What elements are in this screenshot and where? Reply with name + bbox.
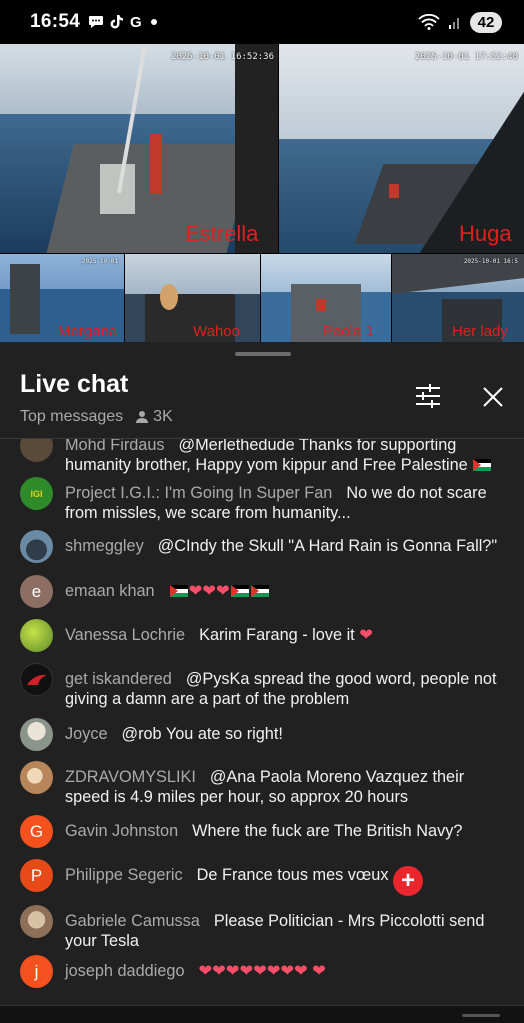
chat-bubble-icon bbox=[89, 16, 104, 28]
status-bar: 16:54 G 42 bbox=[0, 0, 524, 44]
message-author: ZDRAVOMYSLIKI bbox=[65, 768, 196, 786]
message-author: Vanessa Lochrie bbox=[65, 626, 186, 644]
avatar bbox=[20, 718, 53, 751]
message-text: De France tous mes vœux bbox=[196, 866, 389, 884]
heart-icon: ❤ bbox=[215, 582, 230, 600]
avatar: P bbox=[20, 859, 53, 892]
signal-icon bbox=[449, 18, 459, 29]
palestine-flag-icon bbox=[473, 459, 492, 471]
tiktok-icon bbox=[110, 15, 124, 29]
message-author: shmeggley bbox=[65, 537, 144, 555]
sliders-icon bbox=[416, 384, 440, 408]
drag-handle[interactable] bbox=[235, 352, 291, 356]
chat-message[interactable]: j joseph daddiego ❤❤❤❤❤❤❤❤ ❤ bbox=[20, 955, 510, 988]
chat-message[interactable]: Mohd Firdaus @Merlethedude Thanks for sup… bbox=[20, 439, 510, 475]
message-text: Karim Farang - love it bbox=[199, 626, 355, 644]
swiss-flag-icon: + bbox=[393, 866, 424, 896]
camera-feed: 2025-10-01 Morgana bbox=[0, 254, 124, 342]
chat-message[interactable]: IGI Project I.G.I.: I'm Going In Super F… bbox=[20, 477, 510, 523]
google-icon: G bbox=[130, 14, 142, 30]
message-author: Joyce bbox=[65, 725, 108, 743]
avatar bbox=[20, 439, 53, 462]
rog-logo-icon bbox=[26, 674, 47, 685]
avatar bbox=[20, 761, 53, 794]
camera-feed: 2025-10-01 16:5 Her lady bbox=[392, 254, 524, 342]
palestine-flag-icon bbox=[250, 585, 269, 597]
svg-text:G: G bbox=[130, 14, 142, 30]
wifi-icon bbox=[418, 14, 440, 30]
chat-message[interactable]: e emaan khan ❤❤❤ bbox=[20, 575, 510, 608]
dot-icon bbox=[151, 19, 158, 25]
message-author: Philippe Segeric bbox=[65, 866, 183, 884]
viewer-count-value: 3K bbox=[153, 408, 173, 425]
message-text: @rob You ate so right! bbox=[121, 725, 283, 743]
avatar bbox=[20, 530, 53, 563]
avatar bbox=[20, 905, 53, 938]
chat-message[interactable]: Joyce @rob You ate so right! bbox=[20, 718, 510, 751]
chat-message[interactable]: Vanessa Lochrie Karim Farang - love it ❤ bbox=[20, 619, 510, 652]
camera-label: Morgana bbox=[58, 323, 118, 340]
video-player[interactable]: 2025-10-01 16:52:36 Estrella 2025-10-01 … bbox=[0, 44, 524, 342]
avatar bbox=[20, 619, 53, 652]
camera-timestamp: 2025-10-01 16:5 bbox=[463, 258, 518, 265]
camera-feed: Wahoo bbox=[125, 254, 260, 342]
chat-mode-selector[interactable]: Top messages bbox=[20, 408, 123, 426]
palestine-flag-icon bbox=[169, 585, 188, 597]
avatar: e bbox=[20, 575, 53, 608]
live-chat-panel: Live chat Top messages 3K Mohd Firdaus @M… bbox=[0, 342, 524, 1023]
battery-icon: 42 bbox=[470, 11, 502, 33]
chat-message[interactable]: get iskandered @PysKa spread the good wor… bbox=[20, 663, 510, 709]
chat-message[interactable]: Gabriele Camussa Please Politician - Mrs … bbox=[20, 905, 510, 951]
chat-messages-list[interactable]: Mohd Firdaus @Merlethedude Thanks for sup… bbox=[0, 439, 524, 1005]
filter-settings-button[interactable] bbox=[408, 380, 448, 412]
chat-message[interactable]: shmeggley @CIndy the Skull "A Hard Rain i… bbox=[20, 530, 510, 563]
message-text: Where the fuck are The British Navy? bbox=[192, 822, 463, 840]
chat-message[interactable]: P Philippe Segeric De France tous mes vœu… bbox=[20, 859, 510, 896]
camera-label: Huga bbox=[459, 221, 512, 246]
camera-label: Estrella bbox=[185, 221, 259, 246]
camera-timestamp: 2025-10-01 bbox=[81, 258, 118, 265]
heart-icon: ❤❤❤❤❤❤❤❤ ❤ bbox=[198, 962, 326, 980]
heart-icon: ❤ bbox=[188, 582, 203, 600]
avatar: j bbox=[20, 955, 53, 988]
chat-title: Live chat bbox=[20, 370, 129, 398]
message-author: Gabriele Camussa bbox=[65, 912, 200, 930]
camera-label: Her lady bbox=[452, 323, 508, 340]
heart-icon: ❤ bbox=[202, 582, 216, 600]
heart-icon: ❤ bbox=[359, 626, 373, 644]
avatar bbox=[20, 663, 53, 696]
message-author: joseph daddiego bbox=[65, 962, 185, 980]
home-indicator[interactable] bbox=[462, 1014, 500, 1017]
message-author: Gavin Johnston bbox=[65, 822, 179, 840]
chat-subheader: Top messages 3K bbox=[20, 408, 173, 426]
camera-timestamp: 2025-10-01 16:52:36 bbox=[171, 52, 274, 62]
person-icon bbox=[136, 411, 149, 423]
camera-label: Paola 1 bbox=[323, 323, 374, 340]
message-author: Mohd Firdaus bbox=[65, 439, 165, 454]
chat-message[interactable]: G Gavin Johnston Where the fuck are The B… bbox=[20, 815, 510, 848]
close-icon bbox=[483, 387, 503, 407]
camera-timestamp: 2025-10-01 17:52:40 bbox=[415, 52, 518, 62]
bottom-bar bbox=[0, 1005, 524, 1023]
close-button[interactable] bbox=[474, 378, 512, 416]
palestine-flag-icon bbox=[230, 585, 249, 597]
chat-message[interactable]: ZDRAVOMYSLIKI @Ana Paola Moreno Vazquez t… bbox=[20, 761, 510, 807]
camera-feed: Paola 1 bbox=[261, 254, 391, 342]
avatar: G bbox=[20, 815, 53, 848]
notification-icons: G bbox=[88, 14, 158, 30]
clock: 16:54 bbox=[30, 11, 81, 32]
viewer-count: 3K bbox=[135, 408, 173, 426]
camera-feed: 2025-10-01 17:52:40 Huga bbox=[279, 44, 524, 253]
avatar: IGI bbox=[20, 477, 53, 510]
message-author: Project I.G.I.: I'm Going In Super Fan bbox=[65, 484, 333, 502]
camera-label: Wahoo bbox=[193, 323, 240, 340]
camera-feed: 2025-10-01 16:52:36 Estrella bbox=[0, 44, 278, 253]
message-author: get iskandered bbox=[65, 670, 172, 688]
message-author: emaan khan bbox=[65, 582, 155, 600]
message-text: @CIndy the Skull "A Hard Rain is Gonna F… bbox=[157, 537, 498, 555]
